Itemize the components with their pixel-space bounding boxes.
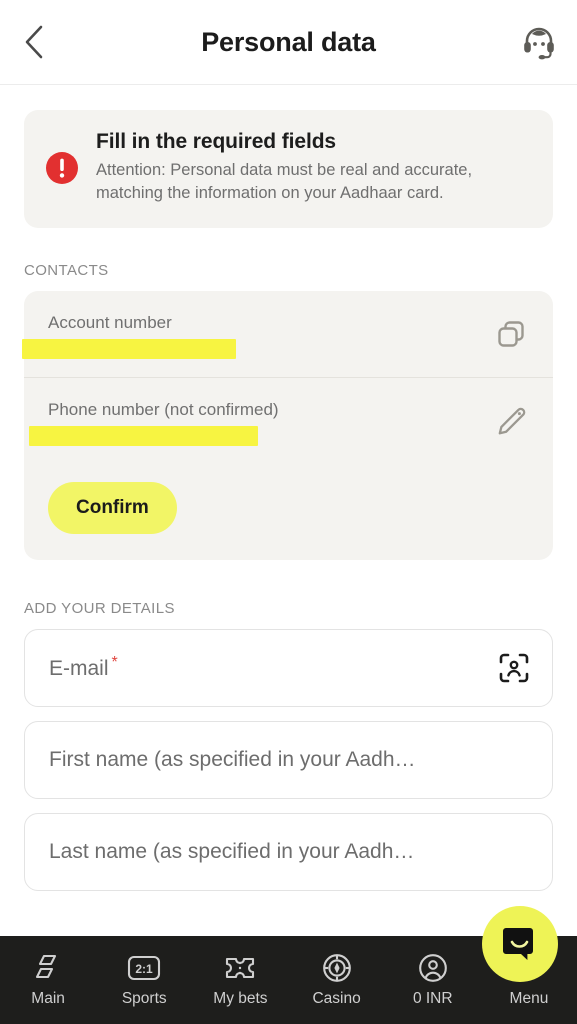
nav-label-menu: Menu xyxy=(509,989,549,1007)
account-number-label: Account number xyxy=(48,312,172,332)
nav-label-account-balance: 0 INR xyxy=(412,989,453,1007)
nav-item-account-balance[interactable]: 0 INR xyxy=(385,953,481,1008)
email-required-marker: * xyxy=(111,654,118,672)
last-name-field[interactable]: Last name (as specified in your Aadh… xyxy=(24,812,553,891)
chevron-left-icon xyxy=(25,25,43,59)
contacts-card: Account number Phone number (not confirm… xyxy=(22,290,553,560)
copy-account-number-button[interactable] xyxy=(491,314,531,354)
error-exclamation-icon xyxy=(46,151,78,184)
nav-icon-wrap-sports: 2:1 xyxy=(127,953,161,983)
nav-label-my-bets: My bets xyxy=(213,989,268,1007)
chat-support-fab[interactable] xyxy=(482,906,558,982)
nav-item-main[interactable]: Main xyxy=(0,953,96,1008)
svg-text:2:1: 2:1 xyxy=(136,962,154,976)
email-field[interactable]: E-mail * xyxy=(24,628,553,707)
scoreboard-2-1-icon: 2:1 xyxy=(128,955,161,980)
contacts-section-label: CONTACTS xyxy=(24,261,109,279)
person-scan-icon xyxy=(499,653,529,683)
app-header: Personal data xyxy=(0,0,577,85)
phone-number-value-wrap xyxy=(29,424,483,450)
copy-icon xyxy=(498,321,524,347)
page-title: Personal data xyxy=(201,26,376,57)
first-name-placeholder: First name (as specified in your Aadh… xyxy=(49,747,416,771)
nav-icon-wrap-casino xyxy=(322,953,352,983)
headset-support-icon xyxy=(524,27,554,60)
chat-bubble-smile-icon xyxy=(503,928,533,960)
account-number-row: Account number xyxy=(22,291,553,377)
email-scan-button[interactable] xyxy=(494,648,534,688)
nav-icon-wrap-account xyxy=(418,953,448,983)
first-name-field[interactable]: First name (as specified in your Aadh… xyxy=(24,720,553,799)
nav-item-my-bets[interactable]: My bets xyxy=(192,953,288,1008)
pencil-edit-icon xyxy=(498,407,526,435)
support-button[interactable] xyxy=(513,16,565,68)
email-placeholder: E-mail * xyxy=(49,654,118,681)
app-screen: Personal data Fill in the required field… xyxy=(0,0,577,1024)
back-button[interactable] xyxy=(8,16,60,68)
nav-item-sports[interactable]: 2:1 Sports xyxy=(96,953,192,1008)
rhombus-stack-icon xyxy=(36,954,57,978)
alert-title: Fill in the required fields xyxy=(96,130,336,153)
phone-number-redaction xyxy=(29,425,258,446)
nav-icon-wrap-main xyxy=(33,953,63,983)
nav-label-main: Main xyxy=(31,989,65,1007)
nav-label-sports: Sports xyxy=(121,989,167,1007)
alert-icon-wrap xyxy=(46,151,78,184)
required-fields-alert: Fill in the required fields Attention: P… xyxy=(24,110,553,228)
poker-chip-icon xyxy=(322,953,351,982)
account-number-redaction xyxy=(22,338,236,359)
phone-number-label: Phone number (not confirmed) xyxy=(48,399,279,419)
alert-text: Fill in the required fields Attention: P… xyxy=(96,130,531,206)
ticket-icon xyxy=(226,957,255,978)
nav-item-casino[interactable]: Casino xyxy=(289,953,385,1008)
last-name-placeholder: Last name (as specified in your Aadh… xyxy=(49,839,415,863)
page-content: Fill in the required fields Attention: P… xyxy=(0,86,577,1024)
nav-label-balance: Casino xyxy=(312,989,361,1007)
email-placeholder-text: E-mail xyxy=(49,657,109,681)
account-circle-icon xyxy=(418,953,447,982)
nav-icon-wrap-my-bets xyxy=(224,953,256,983)
phone-number-row: Phone number (not confirmed) xyxy=(24,376,553,464)
account-number-value-wrap xyxy=(22,337,483,363)
alert-description: Attention: Personal data must be real an… xyxy=(96,161,473,203)
details-section-label: ADD YOUR DETAILS xyxy=(24,599,175,617)
confirm-phone-button[interactable]: Confirm xyxy=(48,481,177,534)
edit-phone-number-button[interactable] xyxy=(491,401,531,441)
